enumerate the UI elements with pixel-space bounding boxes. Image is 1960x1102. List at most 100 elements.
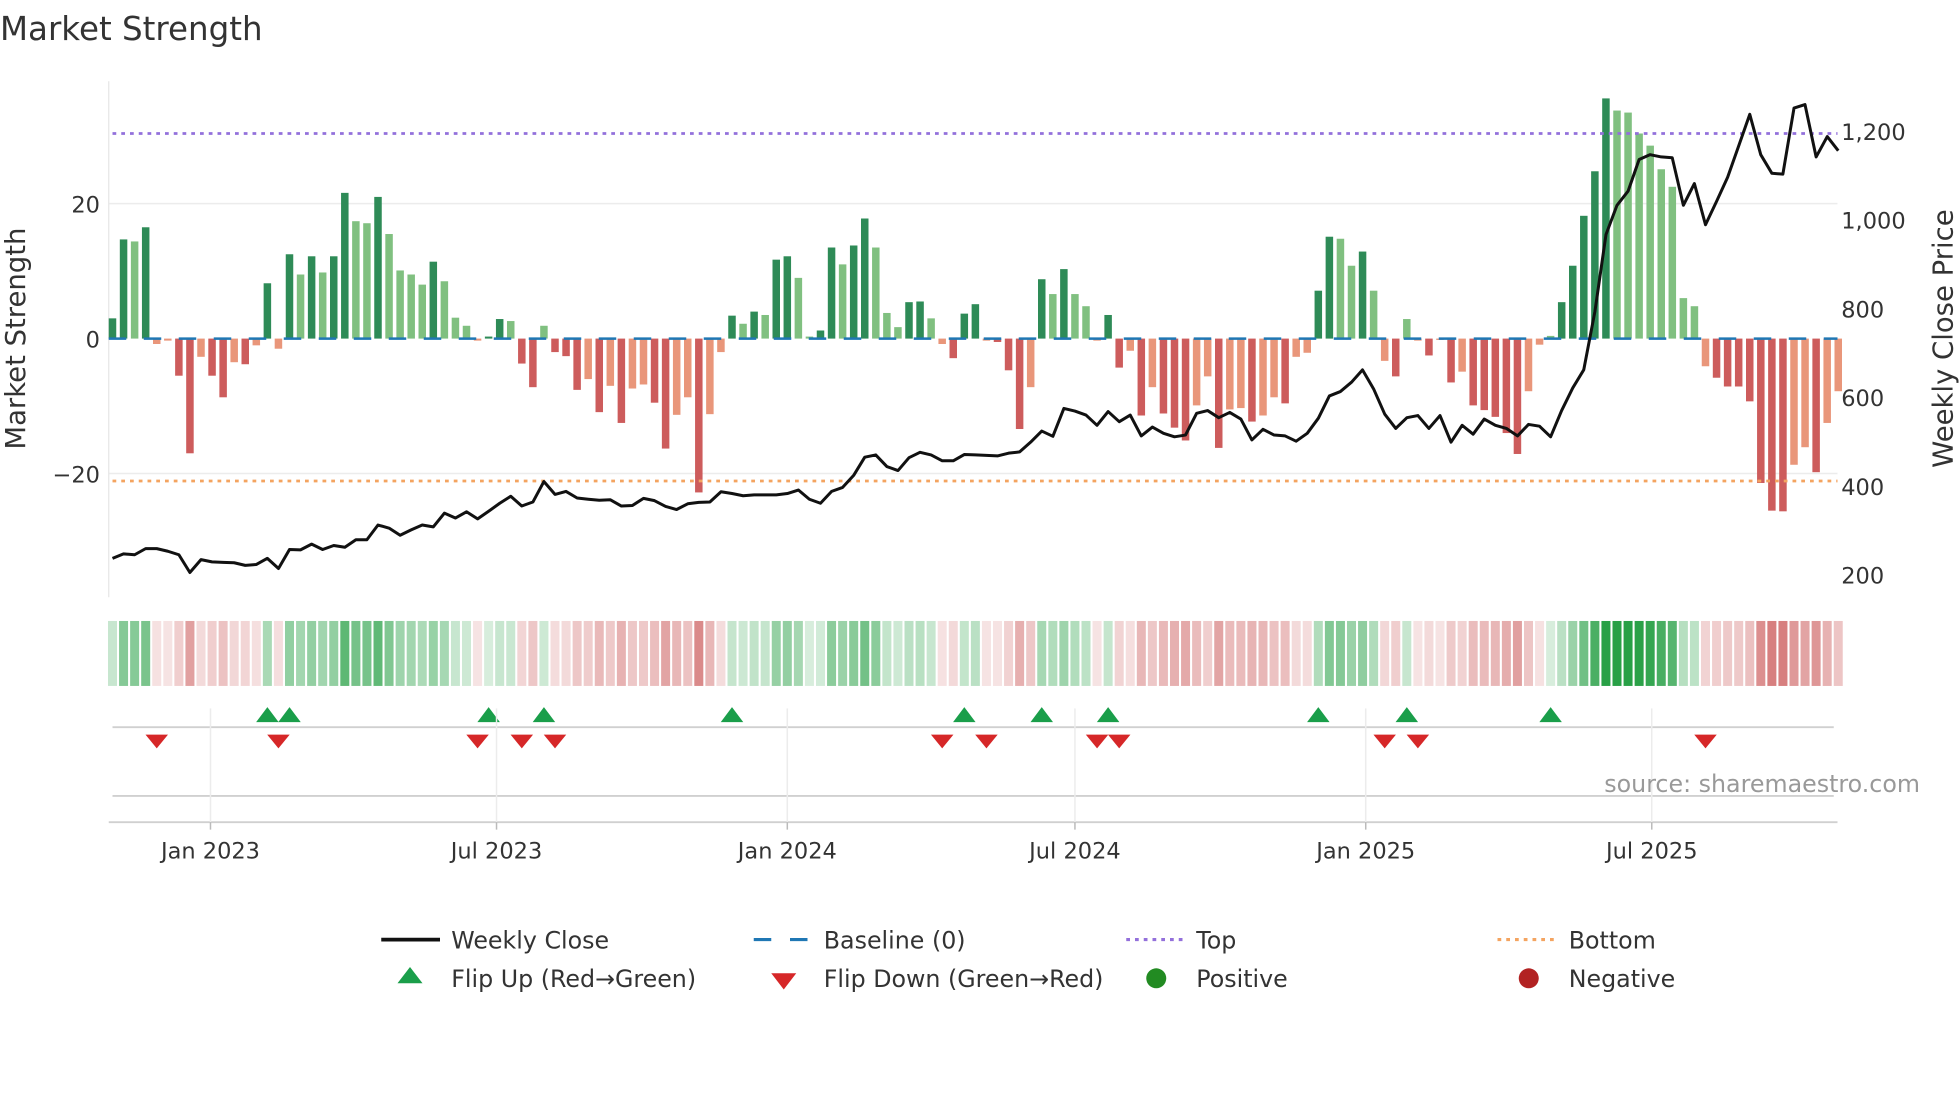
heat-strip-cell bbox=[550, 620, 560, 686]
legend-item-positive[interactable]: Positive bbox=[1146, 965, 1288, 993]
strength-bar bbox=[318, 272, 327, 339]
strength-bar bbox=[728, 315, 736, 339]
strength-bar bbox=[739, 323, 747, 339]
strength-bar bbox=[1613, 110, 1621, 339]
heat-strip-cell bbox=[506, 620, 516, 686]
heat-strip-cell bbox=[1446, 620, 1456, 686]
heat-strip-cell bbox=[561, 620, 571, 686]
strength-bar bbox=[672, 338, 681, 415]
strength-bar bbox=[1270, 338, 1278, 398]
heat-strip-cell bbox=[1158, 620, 1168, 686]
strength-bar bbox=[1712, 338, 1721, 378]
heat-strip-cell bbox=[683, 620, 693, 686]
heat-strip-cell bbox=[329, 620, 339, 686]
heat-strip-cell bbox=[1535, 620, 1545, 686]
flip-down-marker bbox=[1107, 734, 1131, 749]
x-axis-ticks: Jan 2023 Jul 2023 Jan 2024 Jul 2024 Jan 2025… bbox=[159, 708, 1698, 864]
strength-bar bbox=[1237, 338, 1245, 409]
strength-bar bbox=[1259, 338, 1267, 416]
heat-strip-cell bbox=[473, 620, 483, 686]
heat-strip-cell bbox=[705, 620, 715, 686]
legend-item-weekly-close[interactable]: Weekly Close bbox=[381, 926, 609, 954]
heat-strip-cell bbox=[1236, 620, 1246, 686]
strength-bar bbox=[1580, 215, 1588, 339]
strength-bar bbox=[1790, 338, 1798, 465]
flip-up-marker bbox=[1307, 707, 1330, 723]
flip-down-marker bbox=[543, 734, 567, 749]
strength-bar bbox=[1170, 338, 1179, 428]
strength-bar bbox=[872, 247, 880, 339]
heat-strip-cell bbox=[1656, 620, 1666, 686]
left-tick-label: −20 bbox=[53, 462, 100, 488]
strength-bar bbox=[894, 327, 902, 339]
legend-item-flip-down[interactable]: Flip Down (Green→Red) bbox=[771, 965, 1103, 993]
strength-bar bbox=[1203, 338, 1212, 377]
strength-bar bbox=[706, 338, 714, 415]
legend-baseline-label: Baseline (0) bbox=[824, 926, 966, 954]
strength-bar bbox=[1812, 338, 1820, 473]
legend-item-flip-up[interactable]: Flip Up (Red→Green) bbox=[397, 965, 697, 993]
heat-strip-cell bbox=[1247, 620, 1257, 686]
strength-bar bbox=[1004, 338, 1013, 371]
heat-strip-cell bbox=[1723, 620, 1733, 686]
legend-weekly-close-label: Weekly Close bbox=[451, 926, 609, 954]
heat-strip-cell bbox=[782, 620, 792, 686]
legend-item-top[interactable]: Top bbox=[1126, 926, 1236, 954]
heat-strip-cell bbox=[384, 620, 394, 686]
strength-bar bbox=[1303, 338, 1311, 353]
strength-bar bbox=[1779, 338, 1787, 512]
strength-bar bbox=[617, 338, 626, 423]
left-tick-label: 0 bbox=[86, 327, 100, 353]
heat-strip-cell bbox=[993, 620, 1003, 686]
strength-bar bbox=[352, 221, 360, 339]
heat-strip-cell bbox=[1324, 620, 1334, 686]
heat-strip-cell bbox=[351, 620, 361, 686]
heat-strip-cell bbox=[838, 620, 848, 686]
strength-bar bbox=[905, 302, 913, 339]
strength-bars bbox=[108, 98, 1842, 512]
heat-strip-cell bbox=[539, 620, 549, 686]
heat-strip-cell bbox=[462, 620, 472, 686]
flip-down-marker bbox=[510, 734, 534, 749]
strength-bar bbox=[1314, 290, 1323, 339]
flip-up-marker bbox=[1030, 707, 1053, 723]
strength-bar bbox=[1801, 338, 1809, 448]
legend-item-negative[interactable]: Negative bbox=[1518, 965, 1676, 993]
heat-strip-cell bbox=[1501, 620, 1511, 686]
heat-strip-cell bbox=[1391, 620, 1401, 686]
strength-bar bbox=[462, 325, 471, 339]
heat-strip-cell bbox=[340, 620, 350, 686]
strength-bar bbox=[1425, 338, 1433, 356]
strength-bar bbox=[108, 318, 117, 339]
strength-bar bbox=[274, 338, 283, 349]
strength-bar bbox=[1226, 338, 1234, 410]
heat-strip-cell bbox=[893, 620, 903, 686]
flip-down-marker bbox=[930, 734, 954, 749]
strength-bar bbox=[1746, 338, 1754, 402]
strength-bar bbox=[1458, 338, 1466, 372]
strength-bar bbox=[1115, 338, 1123, 368]
strength-bar bbox=[838, 264, 847, 339]
heat-strip-cell bbox=[1789, 620, 1799, 686]
heat-strip-cell bbox=[882, 620, 892, 686]
flip-up-triangle-icon bbox=[397, 967, 423, 984]
heat-strip-cell bbox=[285, 620, 294, 686]
legend-bottom-label: Bottom bbox=[1569, 926, 1656, 954]
heat-strip-cell bbox=[1269, 620, 1279, 686]
legend-item-baseline[interactable]: Baseline (0) bbox=[753, 926, 966, 954]
flip-down-marker bbox=[466, 734, 489, 749]
strength-bar bbox=[175, 338, 183, 376]
heat-strip-cell bbox=[1822, 620, 1832, 686]
heat-strip-cell bbox=[141, 620, 151, 686]
heat-strip-cell bbox=[1125, 620, 1135, 686]
flip-down-marker bbox=[975, 734, 998, 749]
strength-bar bbox=[661, 338, 670, 449]
legend-item-bottom[interactable]: Bottom bbox=[1497, 926, 1656, 954]
strength-bar bbox=[595, 338, 603, 413]
strength-bar bbox=[916, 301, 924, 339]
heat-strip-cell bbox=[616, 620, 626, 686]
strength-bar bbox=[1679, 298, 1688, 339]
strength-bar bbox=[1126, 338, 1134, 351]
heat-strip-cell bbox=[1689, 620, 1699, 686]
heat-strip-cell bbox=[1512, 620, 1522, 686]
